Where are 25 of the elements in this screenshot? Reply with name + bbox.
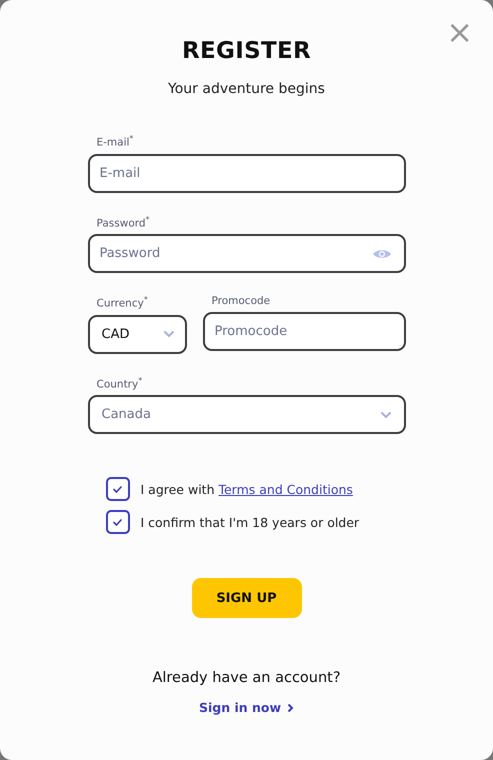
promocode-field[interactable]: Promocode: [202, 312, 406, 351]
checkbox-label: I agree with Terms and Conditions: [140, 482, 353, 496]
sign-in-link[interactable]: Sign in now: [198, 700, 294, 715]
account-question: Already have an account?: [152, 670, 341, 686]
dialog-title: REGISTER: [182, 38, 311, 64]
field-label: Country$^{*}$: [96, 376, 144, 390]
terms-link[interactable]: Terms and Conditions: [218, 482, 353, 496]
checkbox-label: I confirm that I'm 18 years or older: [140, 514, 360, 530]
checkbox[interactable]: [106, 477, 130, 501]
checkbox[interactable]: [106, 510, 130, 534]
dialog-subtitle: Your adventure begins: [168, 81, 325, 97]
check-icon: [113, 518, 122, 526]
chevron-down-icon: [162, 330, 174, 338]
chevron-down-icon: [380, 410, 392, 418]
sign-up-button[interactable]: SIGN UP: [192, 578, 302, 618]
currency-select[interactable]: CAD: [88, 314, 186, 354]
field-label: Promocode: [210, 295, 272, 307]
password-field[interactable]: Password: [88, 234, 406, 273]
field-label: E-mail$^{*}$: [96, 134, 134, 148]
country-select[interactable]: Canada: [88, 395, 406, 434]
email-field[interactable]: E-mail: [88, 154, 406, 192]
chevron-right-icon: [287, 702, 294, 712]
check-icon: [113, 486, 122, 492]
field-label: Currency$^{*}$: [96, 295, 149, 310]
field-label: Password$^{*}$: [96, 214, 151, 229]
